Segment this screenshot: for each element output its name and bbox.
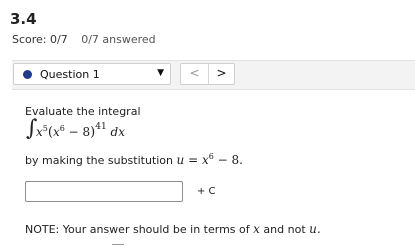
divider: [112, 244, 124, 245]
previous-question-button[interactable]: <: [181, 64, 209, 84]
substitution-prefix: by making the substitution: [25, 154, 174, 167]
question-nav-bar: Question 1 ▼ < >: [12, 60, 415, 90]
score-label: Score: 0/7: [12, 33, 68, 46]
score-row: Score: 0/7 0/7 answered: [12, 33, 156, 46]
plus-c-label: + C: [197, 186, 216, 197]
question-status-dot-icon: [23, 70, 32, 79]
integral-constant: 8: [82, 125, 91, 139]
assignment-title: 3.4: [10, 10, 37, 28]
question-select[interactable]: Question 1 ▼: [13, 63, 171, 85]
question-prompt: Evaluate the integral: [25, 105, 141, 118]
differential: dx: [110, 125, 125, 139]
question-pager: < >: [180, 63, 235, 85]
question-select-label: Question 1: [40, 68, 100, 81]
note-text: NOTE: Your answer should be in terms of …: [25, 222, 321, 236]
integrand: x5(x6 − 8)41 dx: [36, 122, 125, 140]
next-question-button[interactable]: >: [208, 64, 235, 84]
outer-exponent: 41: [95, 122, 107, 132]
page: 3.4 Score: 0/7 0/7 answered Question 1 ▼…: [0, 0, 415, 247]
substitution-expression: u = x6 − 8.: [176, 152, 243, 167]
answer-input[interactable]: [25, 181, 183, 202]
answered-count: 0/7 answered: [81, 33, 156, 46]
substitution-line: by making the substitution u = x6 − 8.: [25, 152, 243, 167]
caret-down-icon: ▼: [157, 68, 164, 78]
